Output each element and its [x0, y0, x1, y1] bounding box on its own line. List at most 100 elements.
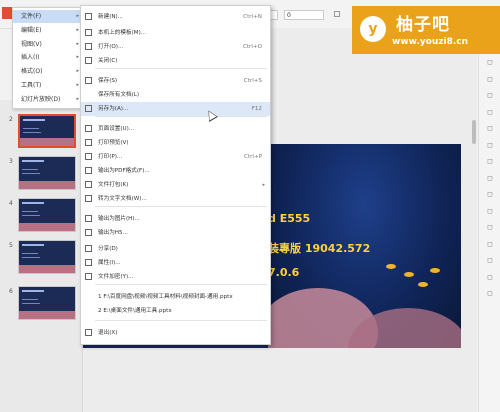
- current-slide[interactable]: d E555 装專版 19042.572 7.0.6: [268, 144, 461, 348]
- text-icon[interactable]: ◻: [486, 174, 494, 182]
- menu-item-label: 工具(T): [21, 82, 42, 89]
- slide-number: 2: [9, 116, 13, 123]
- menu-item-label: 视图(V): [21, 40, 42, 48]
- file-menu-item-11[interactable]: 文件打包(K) ▸: [81, 178, 270, 192]
- file-menu-item-label: 属性(I)...: [98, 260, 121, 266]
- thumbnail-content: [22, 253, 38, 254]
- file-menu-item-8[interactable]: 打印预览(V): [81, 136, 270, 150]
- file-menu-item-14[interactable]: 输出为H5...: [81, 226, 270, 240]
- slide-number: 3: [9, 158, 13, 165]
- file-menu-item-label: 打印(P)...: [98, 154, 123, 160]
- file-menu-item-17[interactable]: 文件加密(Y)...: [81, 270, 270, 284]
- settings-icon[interactable]: ◻: [486, 58, 494, 66]
- chevron-right-icon: ▸: [76, 54, 79, 61]
- refresh-icon[interactable]: ◻: [486, 273, 494, 281]
- file-menu-item-label: 打开(O)...: [98, 44, 124, 50]
- file-menu-item-0[interactable]: 新建(N)... Ctrl+N: [81, 10, 270, 24]
- menu-item-6[interactable]: 幻灯片放映(D) ▸: [13, 93, 83, 106]
- slide-thumbnail-row[interactable]: 4: [0, 198, 82, 238]
- site-logo: y 柚子吧 www.youzi8.cn: [352, 6, 500, 54]
- file-menu-item-9[interactable]: 打印(P)... Ctrl+P: [81, 150, 270, 164]
- file-menu-item-3[interactable]: 关闭(C): [81, 54, 270, 68]
- open-folder-icon: [85, 43, 92, 50]
- help-icon[interactable]: ◻: [486, 124, 494, 132]
- slide-thumbnail-row[interactable]: 6: [0, 286, 82, 326]
- menu-item-label: 插入(I): [21, 54, 40, 62]
- fill-icon[interactable]: ◻: [486, 141, 494, 149]
- shape-icon[interactable]: ◻: [486, 108, 494, 116]
- share-icon: [85, 245, 92, 252]
- menu-item-0[interactable]: 文件(F) ▸: [13, 10, 83, 23]
- menu-item-2[interactable]: 视图(V) ▸: [13, 38, 83, 51]
- encrypt-icon: [85, 273, 92, 280]
- slide-thumbnail-row[interactable]: 2: [0, 114, 82, 154]
- layers-icon[interactable]: ◻: [486, 157, 494, 165]
- file-menu-item-label: 新建(N)...: [98, 14, 124, 20]
- animation-icon[interactable]: ◻: [486, 256, 494, 264]
- slide-thumbnail-row[interactable]: 3: [0, 156, 82, 196]
- package-icon: [85, 181, 92, 188]
- file-menu-item-18[interactable]: 1 F:\百度网盘\视频\视频工具材料\视频封面-通用.pptx: [81, 290, 270, 304]
- convert-icon: [85, 195, 92, 202]
- font-size-field[interactable]: 0: [284, 10, 324, 20]
- thumbnail-content: [22, 173, 40, 174]
- file-menu-item-15[interactable]: 分享(D): [81, 242, 270, 256]
- file-menu-item-12[interactable]: 转为文字文档(W)...: [81, 192, 270, 206]
- slide-text-line2: 装專版 19042.572: [268, 242, 371, 255]
- menu-item-4[interactable]: 格式(O) ▸: [13, 65, 83, 78]
- menu-item-1[interactable]: 编辑(E) ▸: [13, 24, 83, 37]
- slide-thumbnail[interactable]: [18, 240, 76, 274]
- menu-item-5[interactable]: 工具(T) ▸: [13, 79, 83, 92]
- bold-icon[interactable]: [334, 11, 340, 17]
- file-menu-item-10[interactable]: 输出为PDF格式(F)...: [81, 164, 270, 178]
- file-menu-item-19[interactable]: 2 E:\桌面文件\通用工具.pptx: [81, 304, 270, 318]
- menu-separator: [95, 284, 267, 285]
- style-icon[interactable]: ◻: [486, 75, 494, 83]
- file-menu-item-label: 输出为PDF格式(F)...: [98, 168, 150, 174]
- slide-thumbnail[interactable]: [18, 156, 76, 190]
- slide-thumbnail-row[interactable]: 5: [0, 240, 82, 280]
- slide-number: 4: [9, 200, 13, 207]
- menu-item-3[interactable]: 插入(I) ▸: [13, 51, 83, 64]
- thumbnail-content: [22, 169, 38, 170]
- page-setup-icon: [85, 125, 92, 132]
- file-menu-item-13[interactable]: 输出为图片(H)...: [81, 212, 270, 226]
- file-menu-item-label: 输出为图片(H)...: [98, 216, 140, 222]
- file-menu-item-5[interactable]: 保存所有文档(L): [81, 88, 270, 102]
- sound-icon[interactable]: ◻: [486, 240, 494, 248]
- print-icon: [85, 153, 92, 160]
- thumbnail-content: [23, 119, 45, 121]
- link-icon[interactable]: ◻: [486, 190, 494, 198]
- copy-icon[interactable]: ◻: [486, 91, 494, 99]
- audio-icon[interactable]: ◻: [486, 223, 494, 231]
- thumbnail-content: [19, 311, 75, 319]
- slide-thumbnail[interactable]: [18, 114, 76, 148]
- file-menu-button[interactable]: [2, 7, 12, 19]
- slide-thumbnail[interactable]: [18, 286, 76, 320]
- text-format-icon[interactable]: ◻: [486, 289, 494, 297]
- file-menu-item-1[interactable]: 本机上的模板(M)...: [81, 26, 270, 40]
- file-menu-item-6[interactable]: 另存为(A)... F12: [81, 102, 270, 116]
- thumbnail-content: [22, 257, 40, 258]
- thumbnail-content: [23, 132, 41, 133]
- file-menu-item-20[interactable]: 退出(X): [81, 326, 270, 340]
- file-menu-item-16[interactable]: 属性(I)...: [81, 256, 270, 270]
- print-preview-icon: [85, 139, 92, 146]
- thumbnail-content: [19, 181, 75, 189]
- file-menu-item-label: 2 E:\桌面文件\通用工具.pptx: [98, 308, 172, 314]
- slide-thumbnail[interactable]: [18, 198, 76, 232]
- file-menu-item-2[interactable]: 打开(O)... Ctrl+O: [81, 40, 270, 54]
- h5-icon: [85, 229, 92, 236]
- fish-decoration: [418, 282, 428, 287]
- file-menu-item-4[interactable]: 保存(S) Ctrl+S: [81, 74, 270, 88]
- file-menu-item-7[interactable]: 页面设置(U)...: [81, 122, 270, 136]
- thumbnail-content: [22, 290, 44, 292]
- save-icon: [85, 77, 92, 84]
- thumbnail-content: [22, 244, 44, 246]
- vertical-scrollbar[interactable]: [472, 120, 476, 144]
- chevron-right-icon: ▸: [76, 40, 79, 47]
- menu-item-label: 格式(O): [21, 68, 43, 76]
- table-icon[interactable]: ◻: [486, 207, 494, 215]
- chevron-right-icon: ▸: [262, 182, 265, 188]
- chevron-right-icon: ▸: [76, 82, 79, 88]
